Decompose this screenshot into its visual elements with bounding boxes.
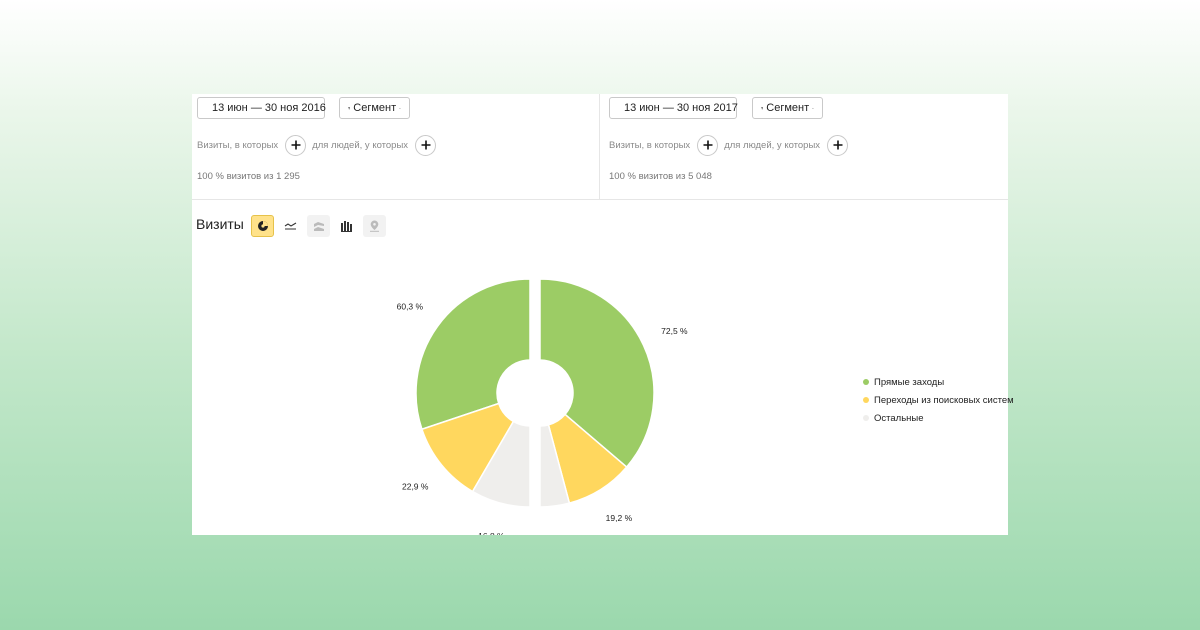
legend-dot (863, 415, 869, 421)
pie-label-left-2: 16,8 % (478, 531, 505, 535)
pie-slice-left-0[interactable] (415, 278, 531, 431)
legend-dot (863, 397, 869, 403)
legend-label: Остальные (874, 412, 924, 424)
legend-item-direct[interactable]: Прямые заходы (863, 373, 1014, 391)
chart-legend: Прямые заходы Переходы из поисковых сист… (863, 373, 1014, 427)
legend-dot (863, 379, 869, 385)
legend-item-search[interactable]: Переходы из поисковых систем (863, 391, 1014, 409)
legend-label: Переходы из поисковых систем (874, 394, 1014, 406)
report-card: 13 июн — 30 ноя 2016 Сегмент Визиты, в к… (192, 94, 1014, 535)
pie-label-right-1: 19,2 % (606, 513, 633, 523)
comparison-pie-chart: 60,3 %22,9 %16,8 %72,5 %19,2 %8,3 % (397, 278, 688, 535)
pie-label-left-0: 60,3 % (397, 302, 424, 312)
legend-label: Прямые заходы (874, 376, 945, 388)
pie-label-right-0: 72,5 % (661, 326, 688, 336)
legend-item-other[interactable]: Остальные (863, 409, 1014, 427)
pie-label-left-1: 22,9 % (402, 481, 429, 491)
